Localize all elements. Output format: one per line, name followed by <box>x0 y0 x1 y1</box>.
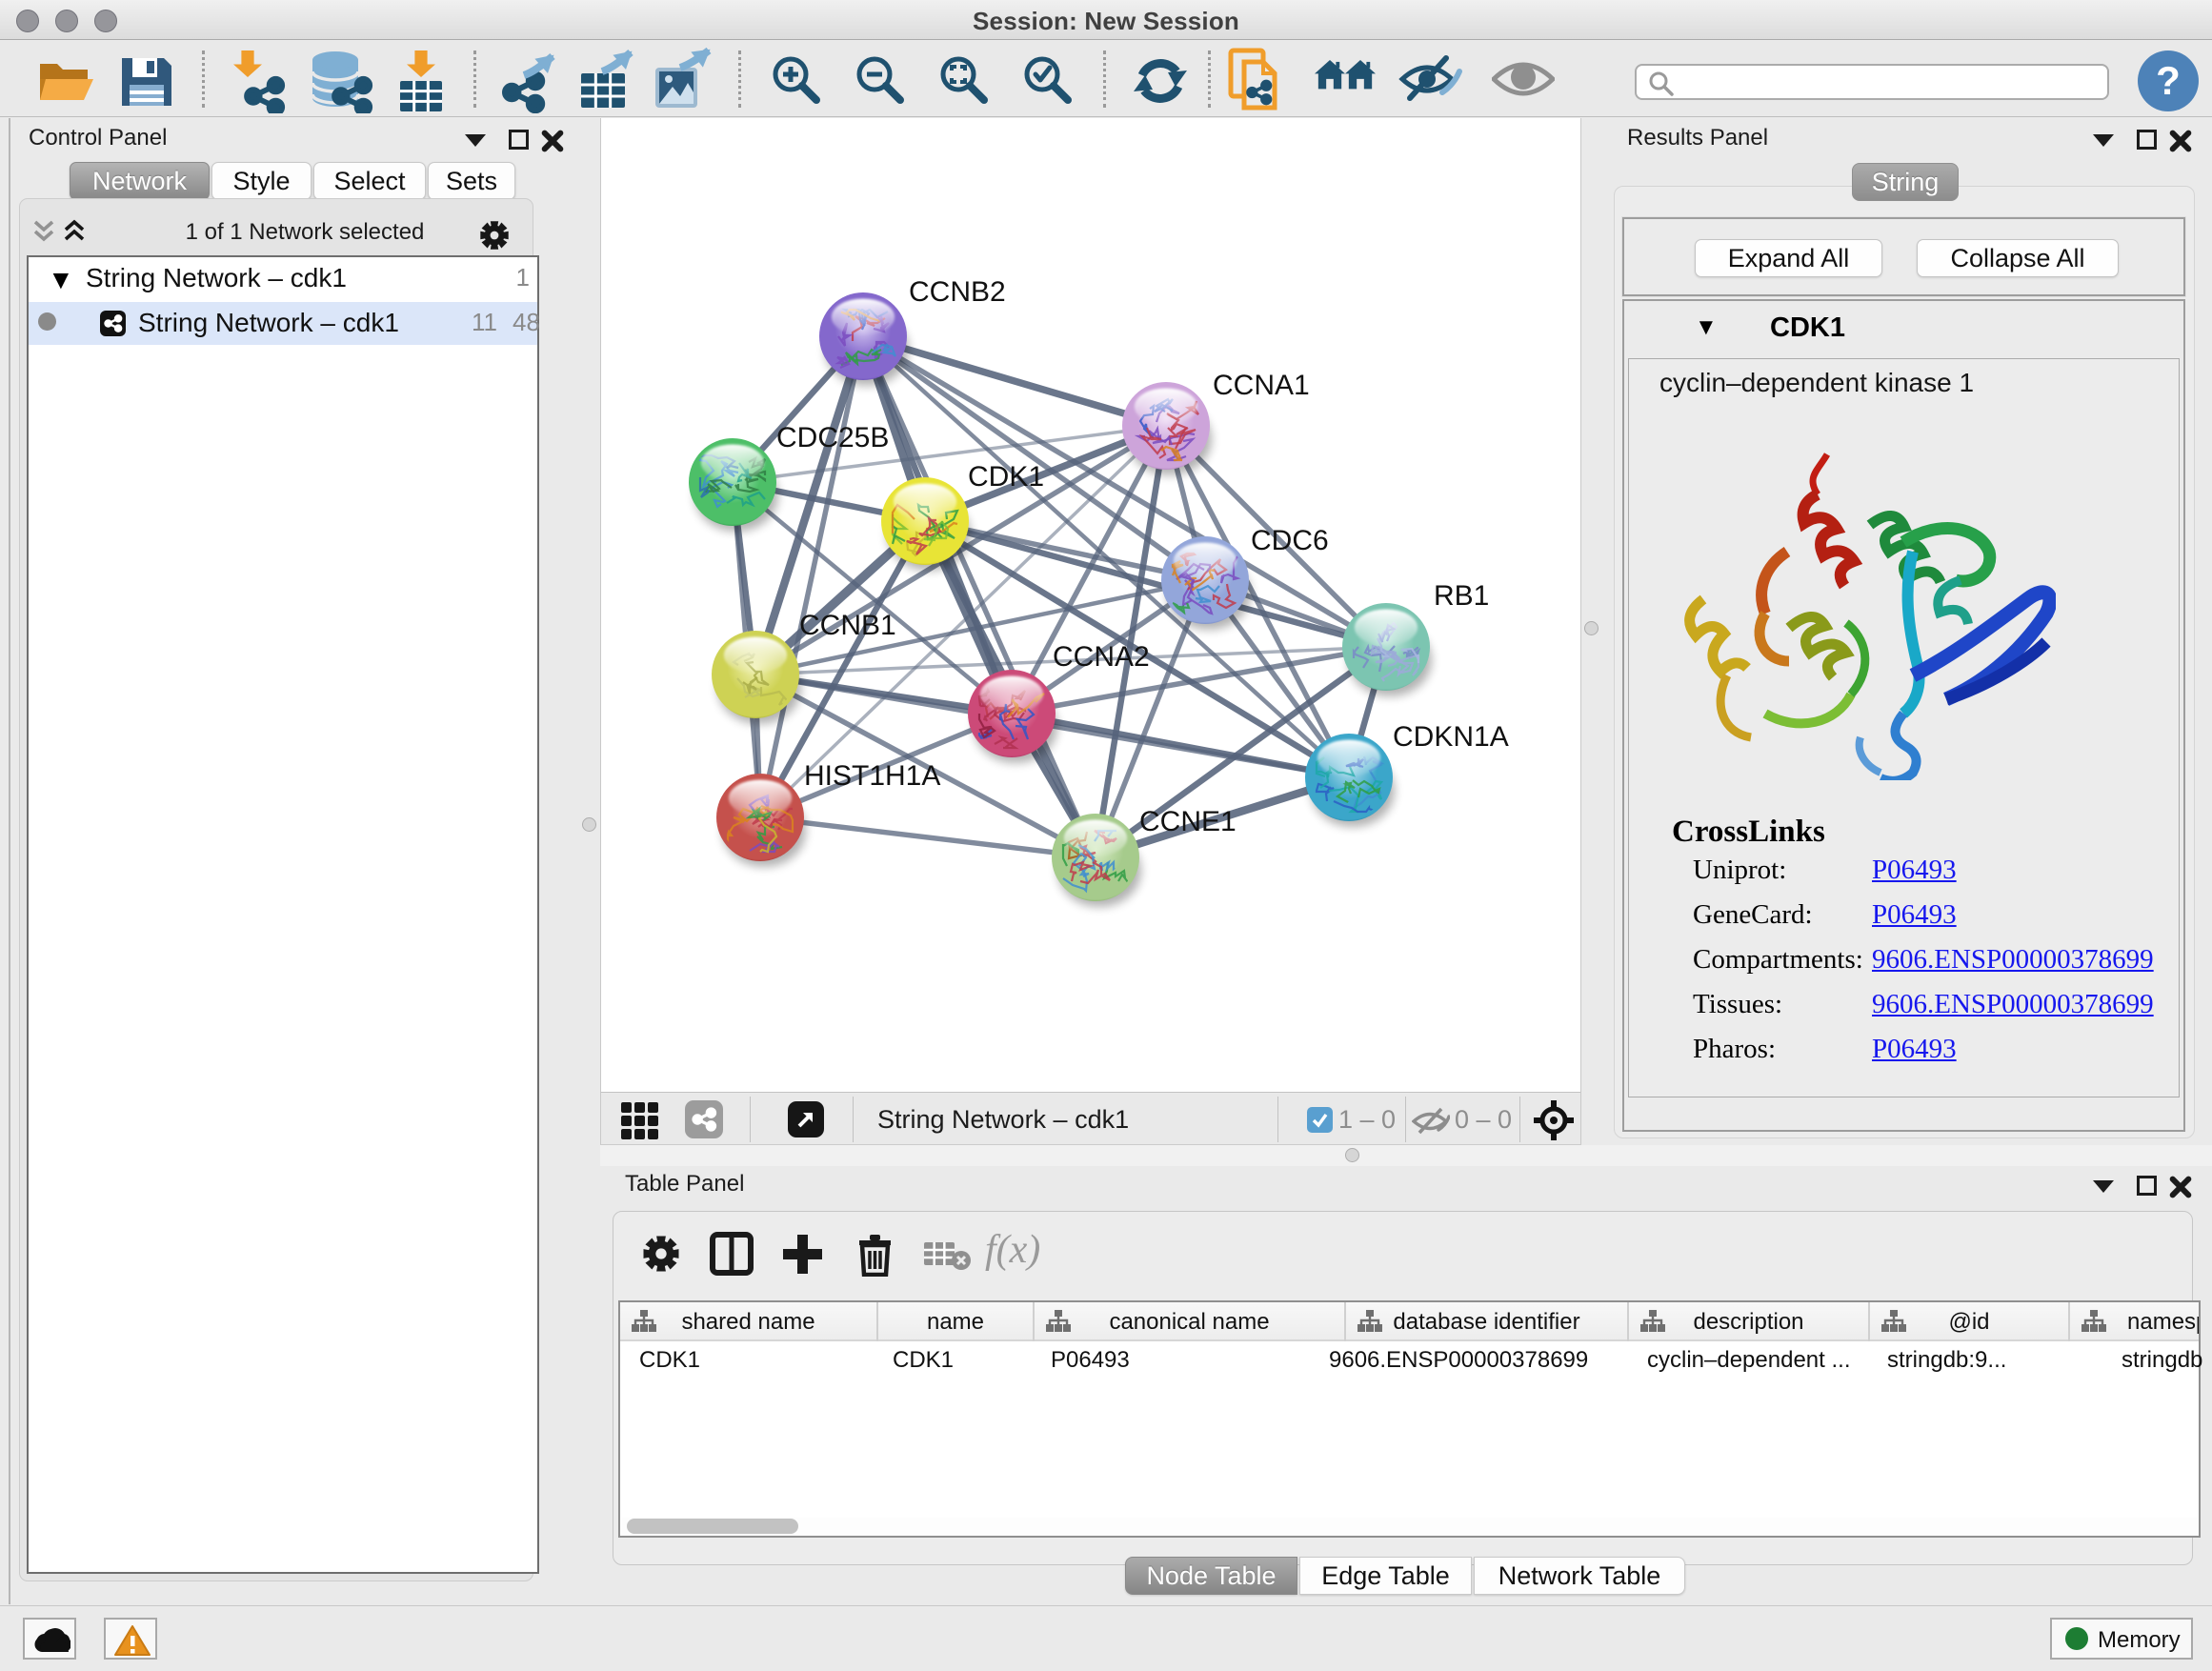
svg-text:CCNB2: CCNB2 <box>909 276 1006 308</box>
svg-text:CDC6: CDC6 <box>1251 525 1329 556</box>
svg-text:HIST1H1A: HIST1H1A <box>804 760 940 792</box>
svg-text:CCNB1: CCNB1 <box>799 610 896 641</box>
svg-text:?: ? <box>2156 58 2181 103</box>
svg-text:CCNA1: CCNA1 <box>1213 370 1310 401</box>
svg-text:CDC25B: CDC25B <box>776 422 889 453</box>
svg-text:CDKN1A: CDKN1A <box>1393 721 1509 753</box>
svg-text:RB1: RB1 <box>1434 580 1489 612</box>
svg-text:CCNA2: CCNA2 <box>1053 641 1150 673</box>
svg-text:CDK1: CDK1 <box>968 461 1044 493</box>
svg-text:CCNE1: CCNE1 <box>1139 806 1237 837</box>
